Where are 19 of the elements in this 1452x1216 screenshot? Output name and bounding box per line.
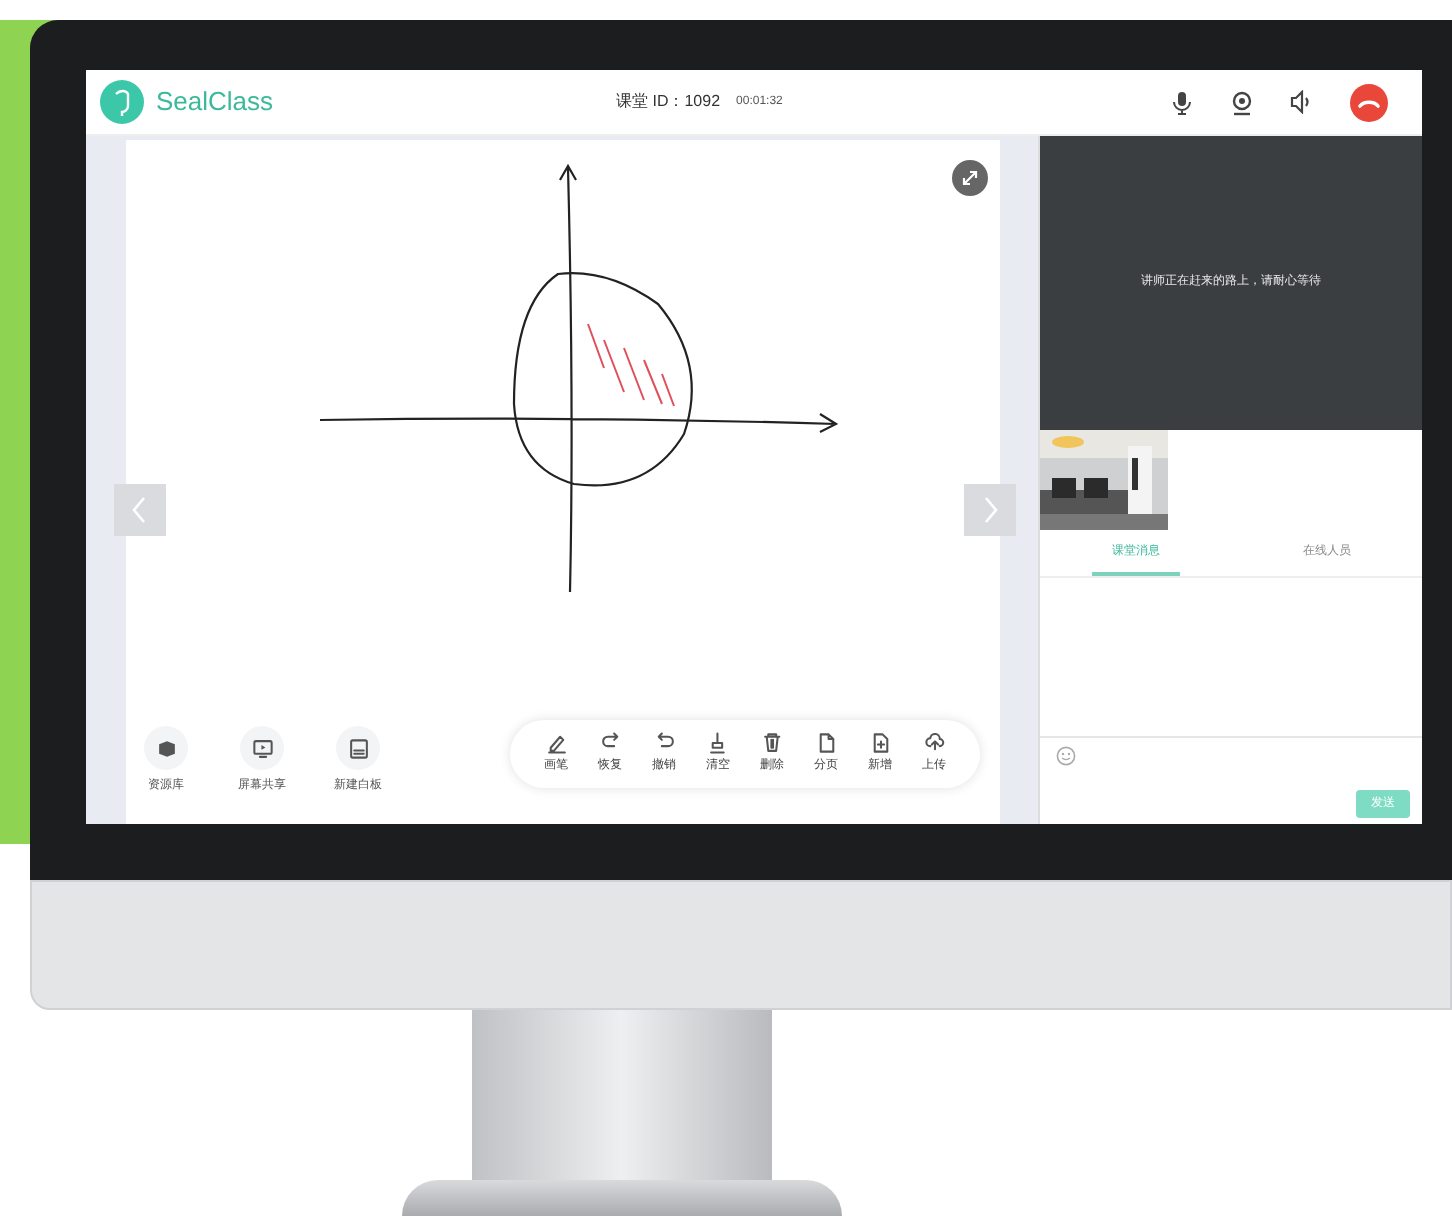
brand-name: SealClass (156, 84, 276, 121)
box-icon (155, 737, 177, 759)
board-icon (347, 737, 369, 759)
hang-up-button[interactable] (1350, 83, 1388, 121)
logo-icon (100, 80, 144, 124)
add-page-icon (869, 732, 891, 754)
page-icon (815, 732, 837, 754)
cloud-upload-icon (923, 732, 945, 754)
monitor-icon (251, 737, 273, 759)
microphone-icon[interactable] (1170, 89, 1194, 115)
chevron-right-icon (980, 496, 1000, 524)
trash-icon (761, 732, 783, 754)
chevron-left-icon (130, 496, 150, 524)
webcam-icon[interactable] (1230, 89, 1254, 115)
expand-button[interactable] (952, 160, 988, 196)
speaker-icon[interactable] (1290, 90, 1314, 114)
broom-icon (707, 732, 729, 754)
pencil-icon (545, 732, 567, 754)
class-id: 课堂 ID：1092 (616, 90, 721, 114)
